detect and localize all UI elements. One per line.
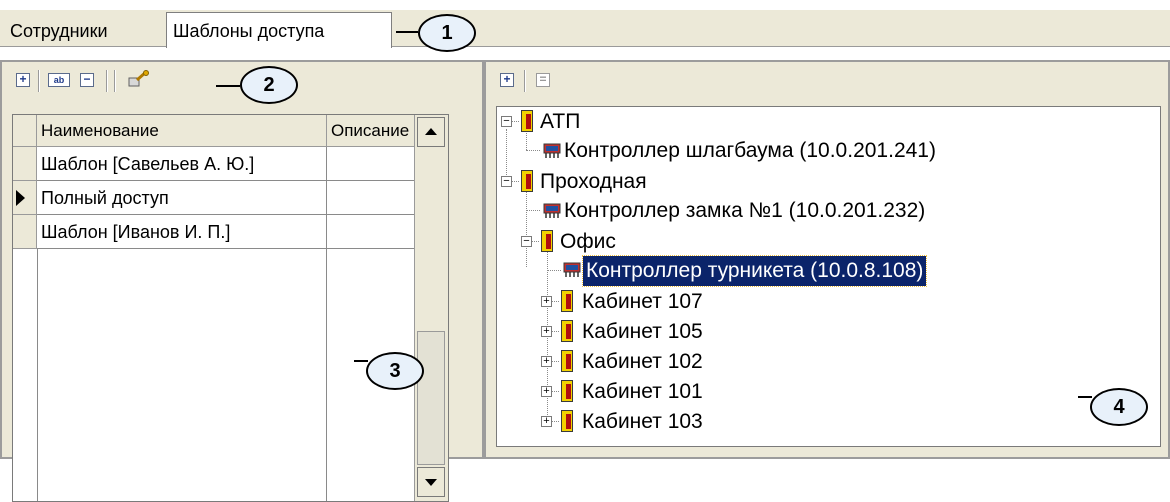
table-row[interactable]: Шаблон [Савельев А. Ю.] bbox=[13, 147, 448, 181]
zone-door-icon bbox=[521, 110, 533, 132]
callout-3: 3 bbox=[366, 352, 424, 390]
tree-node-label: Контроллер шлагбаума (10.0.201.241) bbox=[564, 139, 936, 162]
tree-node-label: Проходная bbox=[540, 170, 647, 193]
zone-door-icon bbox=[561, 350, 573, 372]
callout-2: 2 bbox=[240, 66, 298, 104]
zone-door-icon bbox=[561, 410, 573, 432]
toolbar-separator bbox=[38, 70, 40, 92]
cell-name[interactable]: Полный доступ bbox=[37, 181, 327, 215]
callout-leader-4 bbox=[1078, 396, 1092, 398]
tree-line bbox=[552, 361, 559, 362]
column-header-description[interactable]: Описание bbox=[327, 115, 416, 147]
cell-description[interactable] bbox=[327, 215, 416, 249]
row-indicator bbox=[13, 147, 37, 181]
expand-icon[interactable]: + bbox=[541, 296, 552, 307]
current-row-arrow-icon bbox=[16, 190, 25, 206]
toolbar-separator bbox=[524, 70, 526, 92]
expand-icon[interactable]: + bbox=[541, 416, 552, 427]
collapse-icon[interactable]: − bbox=[521, 236, 532, 247]
controller-icon bbox=[563, 261, 581, 279]
tree-line bbox=[512, 181, 519, 182]
templates-panel: + ab − 2 Наименование Описание Шаблон [С… bbox=[0, 60, 484, 502]
zone-door-icon bbox=[561, 380, 573, 402]
grid-corner bbox=[13, 115, 37, 147]
tree-node-label: Кабинет 103 bbox=[582, 410, 703, 433]
zones-panel: + = − АТП Контроллер шлагбаума (10.0.201… bbox=[484, 60, 1170, 459]
access-key-icon[interactable] bbox=[128, 70, 150, 90]
callout-leader-2 bbox=[216, 85, 240, 87]
row-indicator bbox=[13, 215, 37, 249]
callout-1: 1 bbox=[418, 14, 476, 52]
tab-strip: Сотрудники Шаблоны доступа bbox=[0, 10, 1170, 48]
callout-leader-3 bbox=[354, 360, 368, 362]
controller-icon bbox=[543, 142, 561, 160]
column-header-name[interactable]: Наименование bbox=[37, 115, 327, 147]
tree-node-label: Кабинет 102 bbox=[582, 350, 703, 373]
zone-door-icon bbox=[541, 230, 553, 252]
tree-line bbox=[552, 331, 559, 332]
callout-leader-1 bbox=[396, 31, 418, 33]
tab-employees[interactable]: Сотрудники bbox=[4, 16, 114, 46]
scroll-thumb[interactable] bbox=[417, 331, 445, 465]
scroll-up-button[interactable] bbox=[417, 117, 445, 147]
grid-column-line bbox=[326, 249, 327, 501]
tree-node-label: Офис bbox=[560, 230, 616, 253]
zone-door-icon bbox=[561, 290, 573, 312]
cell-description[interactable] bbox=[327, 181, 416, 215]
document-icon[interactable]: = bbox=[536, 73, 550, 87]
table-row[interactable]: Полный доступ bbox=[13, 181, 448, 215]
expand-icon[interactable]: + bbox=[541, 326, 552, 337]
zones-toolbar: + = bbox=[486, 62, 1168, 98]
collapse-icon[interactable]: − bbox=[501, 116, 512, 127]
toolbar-separator bbox=[106, 70, 108, 92]
add-icon[interactable]: + bbox=[500, 73, 514, 87]
cell-name[interactable]: Шаблон [Иванов И. П.] bbox=[37, 215, 327, 249]
row-indicator bbox=[13, 181, 37, 215]
tree-line bbox=[552, 391, 559, 392]
tree-line bbox=[526, 129, 527, 150]
delete-icon[interactable]: − bbox=[80, 73, 94, 87]
expand-icon[interactable]: + bbox=[541, 386, 552, 397]
tree-node-label: Кабинет 107 bbox=[582, 290, 703, 313]
zone-door-icon bbox=[521, 170, 533, 192]
toolbar-separator bbox=[114, 70, 116, 92]
tree-line bbox=[532, 241, 539, 242]
controller-icon bbox=[543, 202, 561, 220]
expand-icon[interactable]: + bbox=[541, 356, 552, 367]
grid-column-line bbox=[37, 249, 38, 501]
tree-node-label: Кабинет 101 bbox=[582, 380, 703, 403]
add-icon[interactable]: + bbox=[16, 73, 30, 87]
tree-line bbox=[526, 150, 540, 151]
zones-tree: − АТП Контроллер шлагбаума (10.0.201.241… bbox=[496, 106, 1161, 447]
tree-line bbox=[547, 270, 561, 271]
templates-grid: Наименование Описание Шаблон [Савельев А… bbox=[12, 114, 449, 502]
tree-line bbox=[552, 301, 559, 302]
cell-description[interactable] bbox=[327, 147, 416, 181]
zone-door-icon bbox=[561, 320, 573, 342]
tree-line bbox=[526, 191, 527, 267]
tree-line bbox=[506, 129, 507, 175]
table-row[interactable]: Шаблон [Иванов И. П.] bbox=[13, 215, 448, 249]
tree-node-label: Кабинет 105 bbox=[582, 320, 703, 343]
tree-line bbox=[512, 121, 519, 122]
tab-access-templates[interactable]: Шаблоны доступа bbox=[166, 12, 392, 48]
tree-node-label: Контроллер замка №1 (10.0.201.232) bbox=[564, 199, 926, 222]
scroll-down-button[interactable] bbox=[417, 467, 445, 497]
cell-name[interactable]: Шаблон [Савельев А. Ю.] bbox=[37, 147, 327, 181]
collapse-icon[interactable]: − bbox=[501, 176, 512, 187]
callout-4: 4 bbox=[1090, 388, 1148, 426]
tree-line bbox=[547, 250, 548, 427]
grid-scrollbar[interactable] bbox=[414, 115, 448, 501]
tree-node-label: АТП bbox=[540, 110, 581, 133]
tree-node-label: Контроллер турникета (10.0.8.108) bbox=[581, 255, 928, 287]
rename-icon[interactable]: ab bbox=[48, 73, 70, 87]
tree-line bbox=[526, 210, 540, 211]
tree-line bbox=[552, 421, 559, 422]
